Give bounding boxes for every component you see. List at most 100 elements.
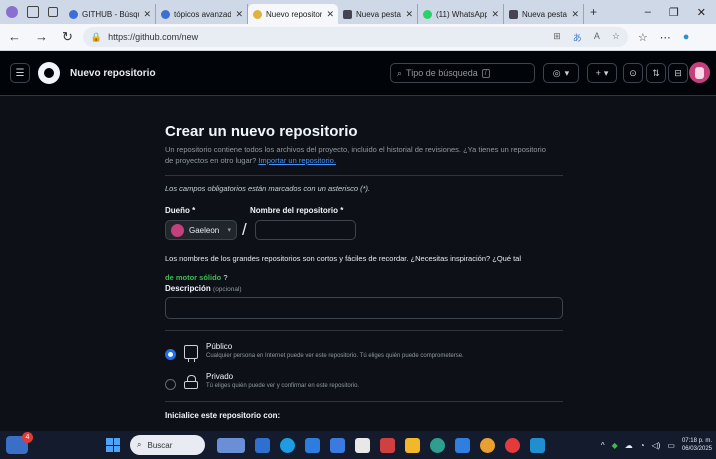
form-subtitle: Un repositorio contiene todos los archiv… — [165, 144, 555, 166]
hint-text: Los nombres de los grandes repositorios … — [165, 254, 522, 263]
forward-icon[interactable]: → — [35, 29, 48, 45]
name-suggestion[interactable]: de motor sólido — [165, 273, 221, 282]
browser-tab[interactable]: Nueva pestaña ✕ — [338, 4, 418, 24]
edge-icon[interactable] — [280, 437, 295, 453]
visibility-public-option[interactable]: Público Cualquier persona en Internet pu… — [165, 342, 464, 362]
notepad-icon[interactable] — [355, 437, 370, 453]
opera-icon[interactable] — [505, 437, 520, 453]
description-input[interactable] — [165, 297, 563, 319]
inbox-button[interactable]: ⊟ — [668, 63, 688, 83]
visibility-private-option[interactable]: Privado Tú eliges quién puede ver y conf… — [165, 372, 359, 390]
create-new-button[interactable]: + ▾ — [587, 63, 617, 83]
file-explorer-icon[interactable] — [405, 437, 420, 453]
browser-tab[interactable]: tópicos avanzado ✕ — [156, 4, 248, 24]
tab-actions-icon[interactable] — [48, 7, 58, 17]
windows-start-icon[interactable] — [106, 438, 120, 452]
search-icon: ⌕ — [137, 440, 142, 449]
close-tab-icon[interactable]: ✕ — [491, 9, 499, 20]
repo-name-input[interactable] — [255, 220, 356, 240]
more-icon[interactable]: ⋯ — [660, 31, 671, 44]
github-logo-icon[interactable] — [38, 62, 60, 84]
hamburger-icon: ☰ — [15, 67, 25, 79]
vscode-icon[interactable] — [455, 437, 470, 453]
import-repo-link[interactable]: Importar un repositorio. — [258, 156, 336, 165]
battery-icon[interactable]: ▭ — [667, 441, 675, 450]
profile-icon[interactable] — [6, 6, 18, 18]
task-view-icon[interactable] — [255, 437, 270, 453]
search-input[interactable]: ⌕ Tipo de búsqueda / — [390, 63, 535, 83]
lock-icon — [184, 375, 198, 389]
lock-icon: 🔒 — [90, 31, 103, 42]
widgets-button[interactable]: 4 — [6, 432, 33, 454]
browser-tab[interactable]: GITHUB - Búsque ✕ — [64, 4, 156, 24]
owner-select[interactable]: Gaeleon ▾ — [165, 220, 237, 240]
taskbar-search-text: Buscar — [147, 440, 173, 450]
translate-icon[interactable]: あ — [573, 31, 582, 44]
repo-name-label: Nombre del repositorio * — [250, 206, 344, 215]
app-icon[interactable] — [480, 437, 495, 453]
menu-button[interactable]: ☰ — [10, 63, 30, 83]
cloud-icon[interactable]: ☁ — [625, 441, 633, 450]
taskbar: 4 ⌕ Buscar ^ ◆ ☁ ◔ ◁) ▭ 07:18 p. m. 06/0… — [0, 431, 716, 459]
chatgpt-icon[interactable] — [430, 437, 445, 453]
back-icon[interactable]: ← — [8, 29, 21, 45]
issues-button[interactable]: ⊙ — [623, 63, 643, 83]
browser-tab[interactable]: (11) WhatsApp ✕ — [418, 4, 504, 24]
new-tab-button[interactable]: + — [590, 5, 597, 19]
initialize-heading: Inicialice este repositorio con: — [165, 411, 281, 420]
public-text: Público Cualquier persona en Internet pu… — [206, 342, 464, 359]
widget-app-icon[interactable] — [217, 437, 245, 453]
chevron-up-icon[interactable]: ^ — [601, 441, 605, 450]
browser-tab[interactable]: Nueva pestaña ✕ — [504, 4, 584, 24]
favorite-star-icon[interactable]: ☆ — [612, 31, 620, 44]
store-icon[interactable] — [305, 437, 320, 453]
close-tab-icon[interactable]: ✕ — [143, 9, 151, 20]
search-tab-icon — [69, 9, 78, 19]
nav-buttons: ← → ↻ — [0, 29, 83, 45]
favorites-icon[interactable]: ☆ — [638, 31, 648, 44]
url-text: https://github.com/new — [108, 32, 199, 42]
owner-label: Dueño * — [165, 206, 196, 215]
read-aloud-icon[interactable]: A — [594, 31, 600, 44]
volume-icon[interactable]: ◁) — [652, 441, 661, 450]
wifi-icon[interactable]: ◔ — [640, 441, 645, 450]
workspaces-icon[interactable] — [27, 6, 39, 18]
github-header: ☰ Nuevo repositorio ⌕ Tipo de búsqueda /… — [0, 51, 716, 96]
reload-icon[interactable]: ↻ — [62, 29, 73, 45]
taskbar-search[interactable]: ⌕ Buscar — [130, 435, 205, 455]
tray-app-icon[interactable]: ◆ — [612, 441, 618, 450]
close-tab-icon[interactable]: ✕ — [405, 9, 413, 20]
clock[interactable]: 07:18 p. m. 06/03/2025 — [682, 437, 712, 453]
divider — [165, 175, 563, 176]
issue-icon: ⊙ — [629, 67, 637, 78]
copilot-icon[interactable]: ● — [683, 31, 690, 44]
name-hint: Los nombres de los grandes repositorios … — [165, 249, 565, 287]
apps-icon[interactable]: ⊞ — [553, 31, 561, 44]
app-icon[interactable] — [530, 437, 545, 453]
photos-icon[interactable] — [330, 437, 345, 453]
private-title: Privado — [206, 372, 234, 381]
pull-requests-button[interactable]: ⇅ — [646, 63, 666, 83]
required-note: Los campos obligatorios están marcados c… — [165, 184, 371, 193]
private-desc: Tú eliges quién puede ver y confirmar en… — [206, 383, 360, 389]
whatsapp-icon — [423, 9, 432, 19]
close-window-icon[interactable]: ✕ — [697, 6, 706, 19]
private-radio[interactable] — [165, 379, 176, 390]
browser-toolbar-right: ☆ ⋯ ● — [628, 31, 690, 44]
minimize-icon[interactable]: – — [645, 6, 651, 19]
close-tab-icon[interactable]: ✕ — [571, 9, 579, 20]
close-tab-icon[interactable]: ✕ — [235, 9, 243, 20]
avatar-figure — [695, 66, 704, 79]
maximize-icon[interactable]: ❐ — [669, 6, 679, 19]
url-field[interactable]: 🔒 https://github.com/new ⊞ あ A ☆ — [82, 27, 628, 47]
browser-tab-active[interactable]: Nuevo repositorio ✕ — [248, 4, 338, 24]
browser-tab-strip: GITHUB - Búsque ✕ tópicos avanzado ✕ Nue… — [0, 0, 716, 24]
inbox-icon: ⊟ — [674, 67, 682, 78]
red-app-icon[interactable] — [380, 437, 395, 453]
close-tab-icon[interactable]: ✕ — [326, 9, 334, 20]
avatar[interactable] — [689, 62, 710, 83]
copilot-button[interactable]: ◎ ▾ — [543, 63, 579, 83]
notification-badge: 4 — [22, 432, 33, 443]
public-radio[interactable] — [165, 349, 176, 360]
clock-time: 07:18 p. m. — [681, 438, 712, 444]
